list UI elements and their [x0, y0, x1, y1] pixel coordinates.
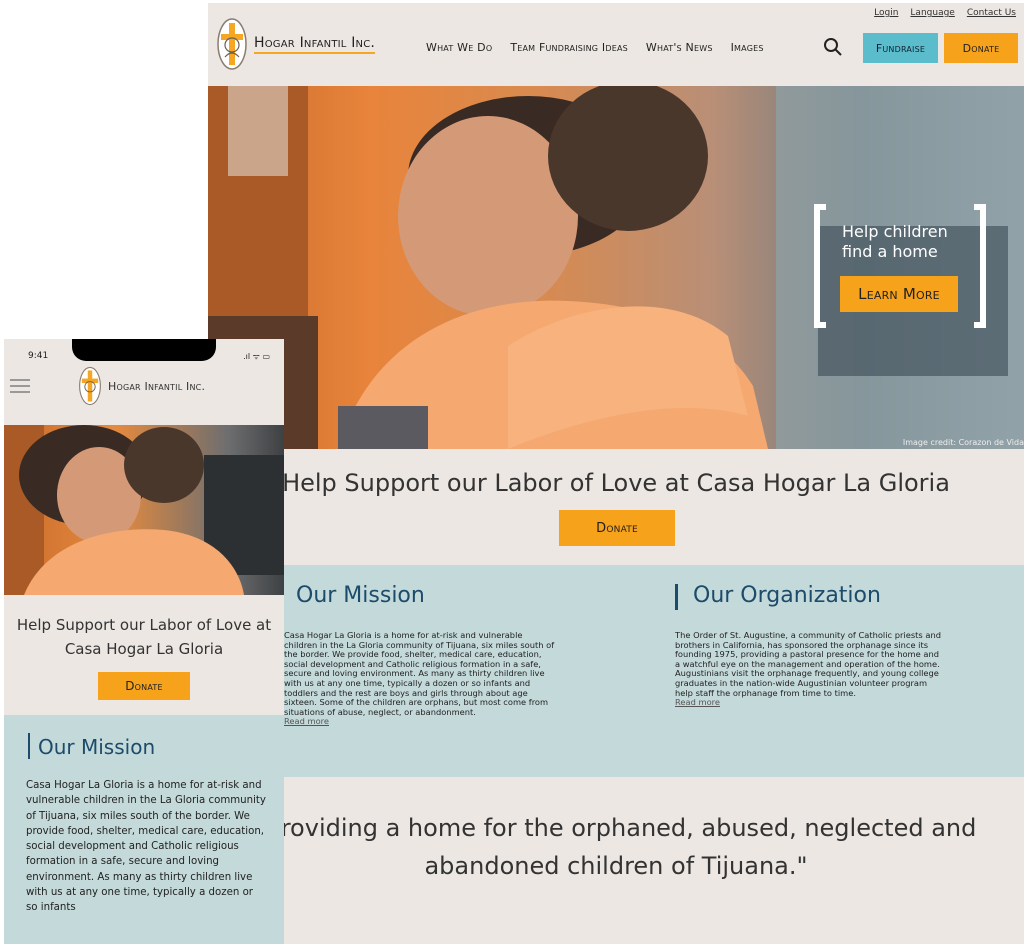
- cross-badge-icon: [79, 366, 101, 406]
- image-credit: Image credit: Corazon de Vida: [902, 438, 1024, 447]
- mobile-mission-section: Our Mission Casa Hogar La Gloria is a ho…: [4, 715, 284, 944]
- mission-body: Casa Hogar La Gloria is a home for at-ri…: [284, 630, 555, 717]
- cross-badge-icon: [217, 18, 247, 70]
- site-logo-text: Hogar Infantil Inc.: [254, 35, 376, 54]
- nav-team-fundraising-ideas[interactable]: Team Fundraising Ideas: [510, 41, 628, 54]
- donate-header-button[interactable]: Donate: [944, 33, 1018, 63]
- heading-accent-bar: [675, 584, 678, 610]
- mission-text: Casa Hogar La Gloria is a home for at-ri…: [284, 630, 558, 727]
- mobile-site-logo[interactable]: Hogar Infantil Inc.: [78, 366, 205, 406]
- heading-accent-bar: [28, 733, 30, 759]
- desktop-mockup: Login Language Contact Us Hogar Infantil…: [208, 3, 1024, 944]
- fundraise-button[interactable]: Fundraise: [863, 33, 938, 63]
- organization-read-more-link[interactable]: Read more: [675, 697, 720, 707]
- learn-more-button[interactable]: Learn More: [840, 276, 958, 312]
- organization-body: The Order of St. Augustine, a community …: [675, 630, 941, 698]
- hamburger-menu-icon[interactable]: [10, 379, 30, 395]
- status-time: 9:41: [28, 351, 49, 361]
- language-link[interactable]: Language: [910, 8, 954, 18]
- organization-title: Our Organization: [693, 583, 881, 608]
- nav-images[interactable]: Images: [731, 41, 764, 54]
- mobile-support-heading: Help Support our Labor of Love at Casa H…: [16, 616, 272, 658]
- support-heading: Help Support our Labor of Love at Casa H…: [282, 469, 950, 497]
- nav-what-we-do[interactable]: What We Do: [426, 41, 492, 54]
- login-link[interactable]: Login: [874, 8, 898, 18]
- info-section: Our Mission Casa Hogar La Gloria is a ho…: [208, 565, 1024, 777]
- mobile-hero-image: [4, 425, 284, 595]
- mobile-mission-title: Our Mission: [38, 735, 156, 759]
- search-icon[interactable]: [822, 36, 844, 58]
- nav-whats-news[interactable]: What's News: [646, 41, 713, 54]
- mobile-mission-body: Casa Hogar La Gloria is a home for at-ri…: [26, 780, 266, 914]
- utility-links: Login Language Contact Us: [874, 8, 1016, 18]
- mission-quote: "Providing a home for the orphaned, abus…: [255, 814, 977, 880]
- hero-callout: Help children find a home Learn More: [814, 204, 986, 328]
- donate-button[interactable]: Donate: [559, 510, 675, 546]
- mobile-hero-photo: [4, 425, 284, 595]
- main-nav: What We Do Team Fundraising Ideas What's…: [426, 41, 764, 54]
- mission-read-more-link[interactable]: Read more: [284, 716, 329, 727]
- bracket-left-decoration: [814, 204, 826, 328]
- mobile-mockup: 9:41 .ıl ᯤ ▭ Hogar Infantil Inc. Help Su…: [4, 339, 284, 944]
- status-icons: .ıl ᯤ ▭: [243, 352, 270, 361]
- mobile-logo-text: Hogar Infantil Inc.: [108, 379, 206, 393]
- organization-text: The Order of St. Augustine, a community …: [675, 630, 943, 708]
- mobile-donate-button[interactable]: Donate: [98, 672, 190, 700]
- contact-us-link[interactable]: Contact Us: [967, 8, 1016, 18]
- phone-notch: [72, 339, 216, 361]
- hero-headline: Help children find a home: [842, 222, 948, 261]
- site-logo[interactable]: Hogar Infantil Inc.: [216, 17, 376, 71]
- mission-title: Our Mission: [296, 583, 425, 608]
- hero-banner: Help children find a home Learn More Ima…: [208, 86, 1024, 449]
